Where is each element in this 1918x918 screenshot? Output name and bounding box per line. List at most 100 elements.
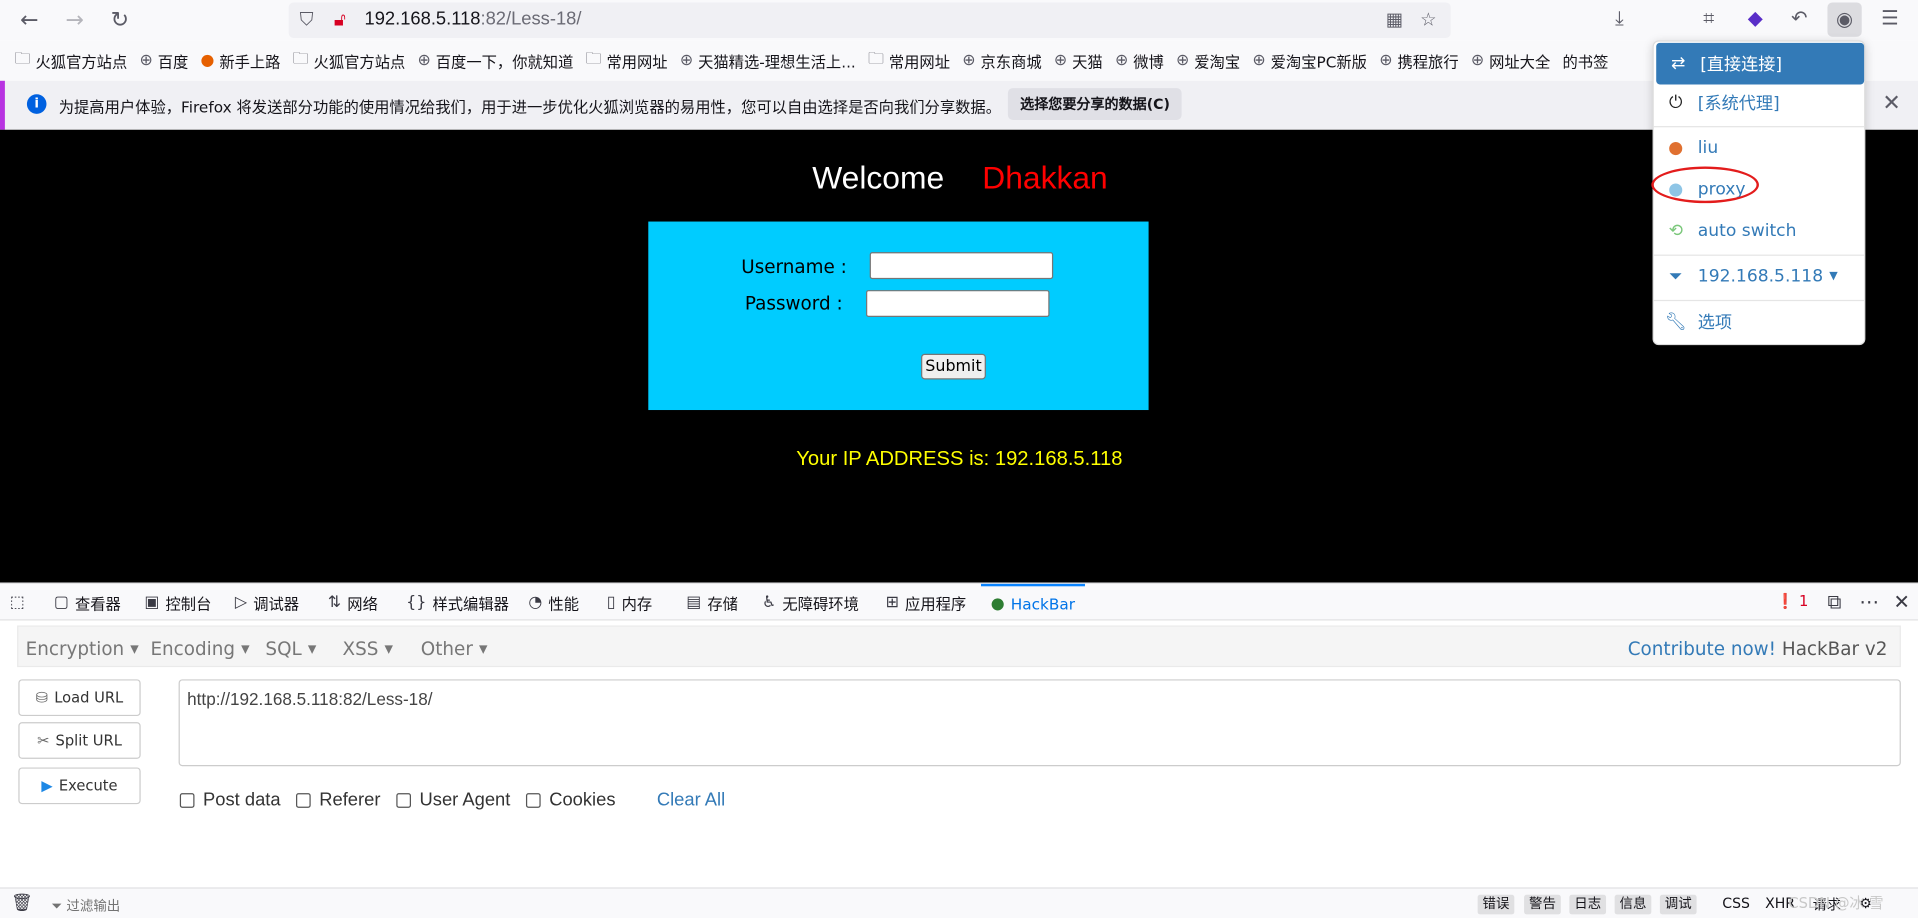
proxy-item-liu[interactable]: ● liu bbox=[1654, 127, 1864, 169]
bookmark-label: 火狐官方站点 bbox=[35, 52, 128, 71]
tab-network[interactable]: ⇅ 网络 bbox=[328, 584, 378, 621]
close-devtools-icon[interactable]: ✕ bbox=[1894, 590, 1910, 613]
referer-checkbox[interactable]: Referer bbox=[296, 789, 380, 810]
bookmark-item[interactable]: ⊕ 天猫 bbox=[1054, 49, 1103, 72]
filter-css-button[interactable]: CSS bbox=[1722, 895, 1750, 912]
proxy-switcher-icon[interactable]: ◉ bbox=[1827, 2, 1862, 37]
bookmark-label: 的书签 bbox=[1562, 52, 1609, 71]
username-input[interactable] bbox=[869, 252, 1054, 280]
folder-icon: 🗀 bbox=[585, 49, 602, 68]
proxy-item-system[interactable]: ⏻ [系统代理] bbox=[1654, 82, 1864, 124]
element-picker-icon[interactable]: ⬚ bbox=[10, 584, 31, 621]
submit-button[interactable]: Submit bbox=[921, 353, 986, 380]
error-count-badge[interactable]: ❗ 1 bbox=[1776, 592, 1808, 609]
filter-info-button[interactable]: 信息 bbox=[1614, 894, 1652, 915]
red-highlight-circle bbox=[1651, 166, 1759, 204]
proxy-item-host-filter[interactable]: ⏷ 192.168.5.118 ▼ bbox=[1654, 256, 1864, 298]
forward-icon[interactable]: → bbox=[61, 7, 88, 34]
url-bar[interactable]: ⛉ 🔓︎ 192.168.5.118:82/Less-18/ ▦ ☆ bbox=[288, 2, 1451, 38]
dock-icon[interactable]: ⧉ bbox=[1827, 590, 1841, 614]
url-textarea[interactable]: http://192.168.5.118:82/Less-18/ bbox=[178, 679, 1901, 767]
load-url-button[interactable]: ⛁ Load URL bbox=[18, 679, 141, 717]
filter-errors-button[interactable]: 错误 bbox=[1477, 894, 1515, 915]
tab-label: 内存 bbox=[621, 594, 653, 613]
filter-output-input[interactable]: ⏷ 过滤输出 bbox=[51, 896, 120, 916]
bookmark-item[interactable]: 🗀 常用网址 bbox=[586, 47, 668, 74]
back-icon[interactable]: ← bbox=[16, 7, 43, 34]
bookmark-item[interactable]: ⊕ 爱淘宝PC新版 bbox=[1252, 49, 1367, 72]
filter-debug-button[interactable]: 调试 bbox=[1659, 894, 1697, 915]
share-data-button[interactable]: 选择您要分享的数据(C) bbox=[1007, 88, 1183, 120]
bookmark-item[interactable]: 🗀 火狐官方站点 bbox=[293, 47, 406, 74]
bookmark-item[interactable]: ⊕ 微博 bbox=[1115, 49, 1164, 72]
extension-icon[interactable]: ◆ bbox=[1742, 6, 1769, 29]
globe-icon: ⊕ bbox=[962, 51, 976, 70]
downloads-icon[interactable]: ⤓ bbox=[1606, 6, 1633, 30]
bookmark-item[interactable]: ⊕ 爱淘宝 bbox=[1176, 49, 1240, 72]
menu-encryption[interactable]: Encryption ▼ bbox=[26, 638, 139, 660]
bookmark-item[interactable]: ● 新手上路 bbox=[201, 49, 281, 72]
tab-style-editor[interactable]: {} 样式编辑器 bbox=[406, 584, 509, 621]
filter-placeholder: 过滤输出 bbox=[66, 898, 121, 915]
menu-xss[interactable]: XSS ▼ bbox=[342, 638, 392, 660]
filter-warnings-button[interactable]: 警告 bbox=[1524, 894, 1561, 915]
proxy-item-label: 192.168.5.118 bbox=[1697, 266, 1824, 287]
caret-down-icon: ▼ bbox=[1829, 270, 1838, 283]
qr-code-icon[interactable]: ▦ bbox=[1386, 9, 1403, 31]
shield-icon[interactable]: ⛉ bbox=[300, 9, 314, 31]
bookmark-label: 京东商城 bbox=[980, 52, 1042, 71]
bookmark-item[interactable]: 🗀 常用网址 bbox=[868, 47, 950, 74]
trash-icon[interactable]: 🗑︎ bbox=[11, 894, 33, 914]
undo-icon[interactable]: ↶ bbox=[1786, 6, 1813, 29]
tab-memory[interactable]: ▯ 内存 bbox=[607, 584, 652, 621]
checkbox-box[interactable] bbox=[296, 792, 311, 808]
welcome-name: Dhakkan bbox=[982, 159, 1108, 196]
bookmark-star-icon[interactable]: ☆ bbox=[1420, 9, 1436, 31]
tab-hackbar[interactable]: ● HackBar bbox=[981, 583, 1085, 621]
bookmark-item[interactable]: 的书签 bbox=[1563, 49, 1609, 72]
menu-icon[interactable]: ☰ bbox=[1876, 6, 1903, 29]
tab-debugger[interactable]: ▷ 调试器 bbox=[235, 584, 299, 621]
url-text[interactable]: 192.168.5.118:82/Less-18/ bbox=[365, 9, 582, 30]
tab-accessibility[interactable]: ♿︎ 无障碍环境 bbox=[762, 584, 859, 621]
bookmark-item[interactable]: 🗀 火狐官方站点 bbox=[15, 47, 128, 74]
password-input[interactable] bbox=[866, 290, 1050, 318]
menu-sql[interactable]: SQL ▼ bbox=[265, 638, 316, 660]
proxy-item-options[interactable]: 🔧︎ 选项 bbox=[1654, 301, 1864, 343]
crop-icon[interactable]: ⌗ bbox=[1695, 6, 1722, 30]
menu-encoding[interactable]: Encoding ▼ bbox=[150, 638, 249, 660]
tab-storage[interactable]: ▤ 存储 bbox=[686, 584, 738, 621]
tab-performance[interactable]: ◔ 性能 bbox=[528, 584, 579, 621]
user-agent-checkbox[interactable]: User Agent bbox=[396, 789, 510, 810]
reload-icon[interactable]: ↻ bbox=[106, 7, 133, 34]
proxy-item-direct[interactable]: ⇄ [直接连接] bbox=[1656, 42, 1865, 85]
bookmark-label: 携程旅行 bbox=[1397, 52, 1459, 71]
cookies-checkbox[interactable]: Cookies bbox=[525, 789, 616, 810]
performance-icon: ◔ bbox=[528, 593, 543, 612]
execute-button[interactable]: ▶ Execute bbox=[18, 767, 141, 805]
clear-all-link[interactable]: Clear All bbox=[657, 789, 725, 810]
bookmark-item[interactable]: ⊕ 网址大全 bbox=[1471, 49, 1550, 72]
checkbox-box[interactable] bbox=[525, 792, 541, 808]
menu-other[interactable]: Other ▼ bbox=[421, 638, 488, 660]
more-options-icon[interactable]: ⋯ bbox=[1859, 590, 1879, 613]
split-url-button[interactable]: ✂ Split URL bbox=[18, 722, 141, 759]
post-data-checkbox[interactable]: Post data bbox=[179, 789, 281, 810]
bookmark-item[interactable]: ⊕ 天猫精选-理想生活上... bbox=[680, 49, 856, 72]
bookmark-item[interactable]: ⊕ 携程旅行 bbox=[1379, 49, 1458, 72]
bookmark-item[interactable]: ⊕ 京东商城 bbox=[962, 49, 1041, 72]
bookmark-label: 新手上路 bbox=[219, 52, 281, 71]
bookmark-item[interactable]: ⊕ 百度一下，你就知道 bbox=[418, 49, 574, 72]
tab-label: 应用程序 bbox=[905, 594, 967, 613]
filter-logs-button[interactable]: 日志 bbox=[1569, 894, 1607, 915]
checkbox-box[interactable] bbox=[396, 792, 411, 808]
bookmark-item[interactable]: ⊕ 百度 bbox=[139, 49, 188, 72]
contribute-link[interactable]: Contribute now! bbox=[1628, 638, 1776, 660]
tab-application[interactable]: ⊞ 应用程序 bbox=[886, 584, 967, 621]
proxy-item-auto-switch[interactable]: ⟲ auto switch bbox=[1654, 211, 1864, 253]
tab-console[interactable]: ▣ 控制台 bbox=[144, 584, 211, 621]
close-icon[interactable]: ✕ bbox=[1882, 91, 1900, 117]
insecure-lock-icon[interactable]: 🔓︎ bbox=[334, 9, 346, 31]
tab-inspector[interactable]: ▢ 查看器 bbox=[54, 584, 121, 621]
checkbox-box[interactable] bbox=[179, 792, 195, 808]
